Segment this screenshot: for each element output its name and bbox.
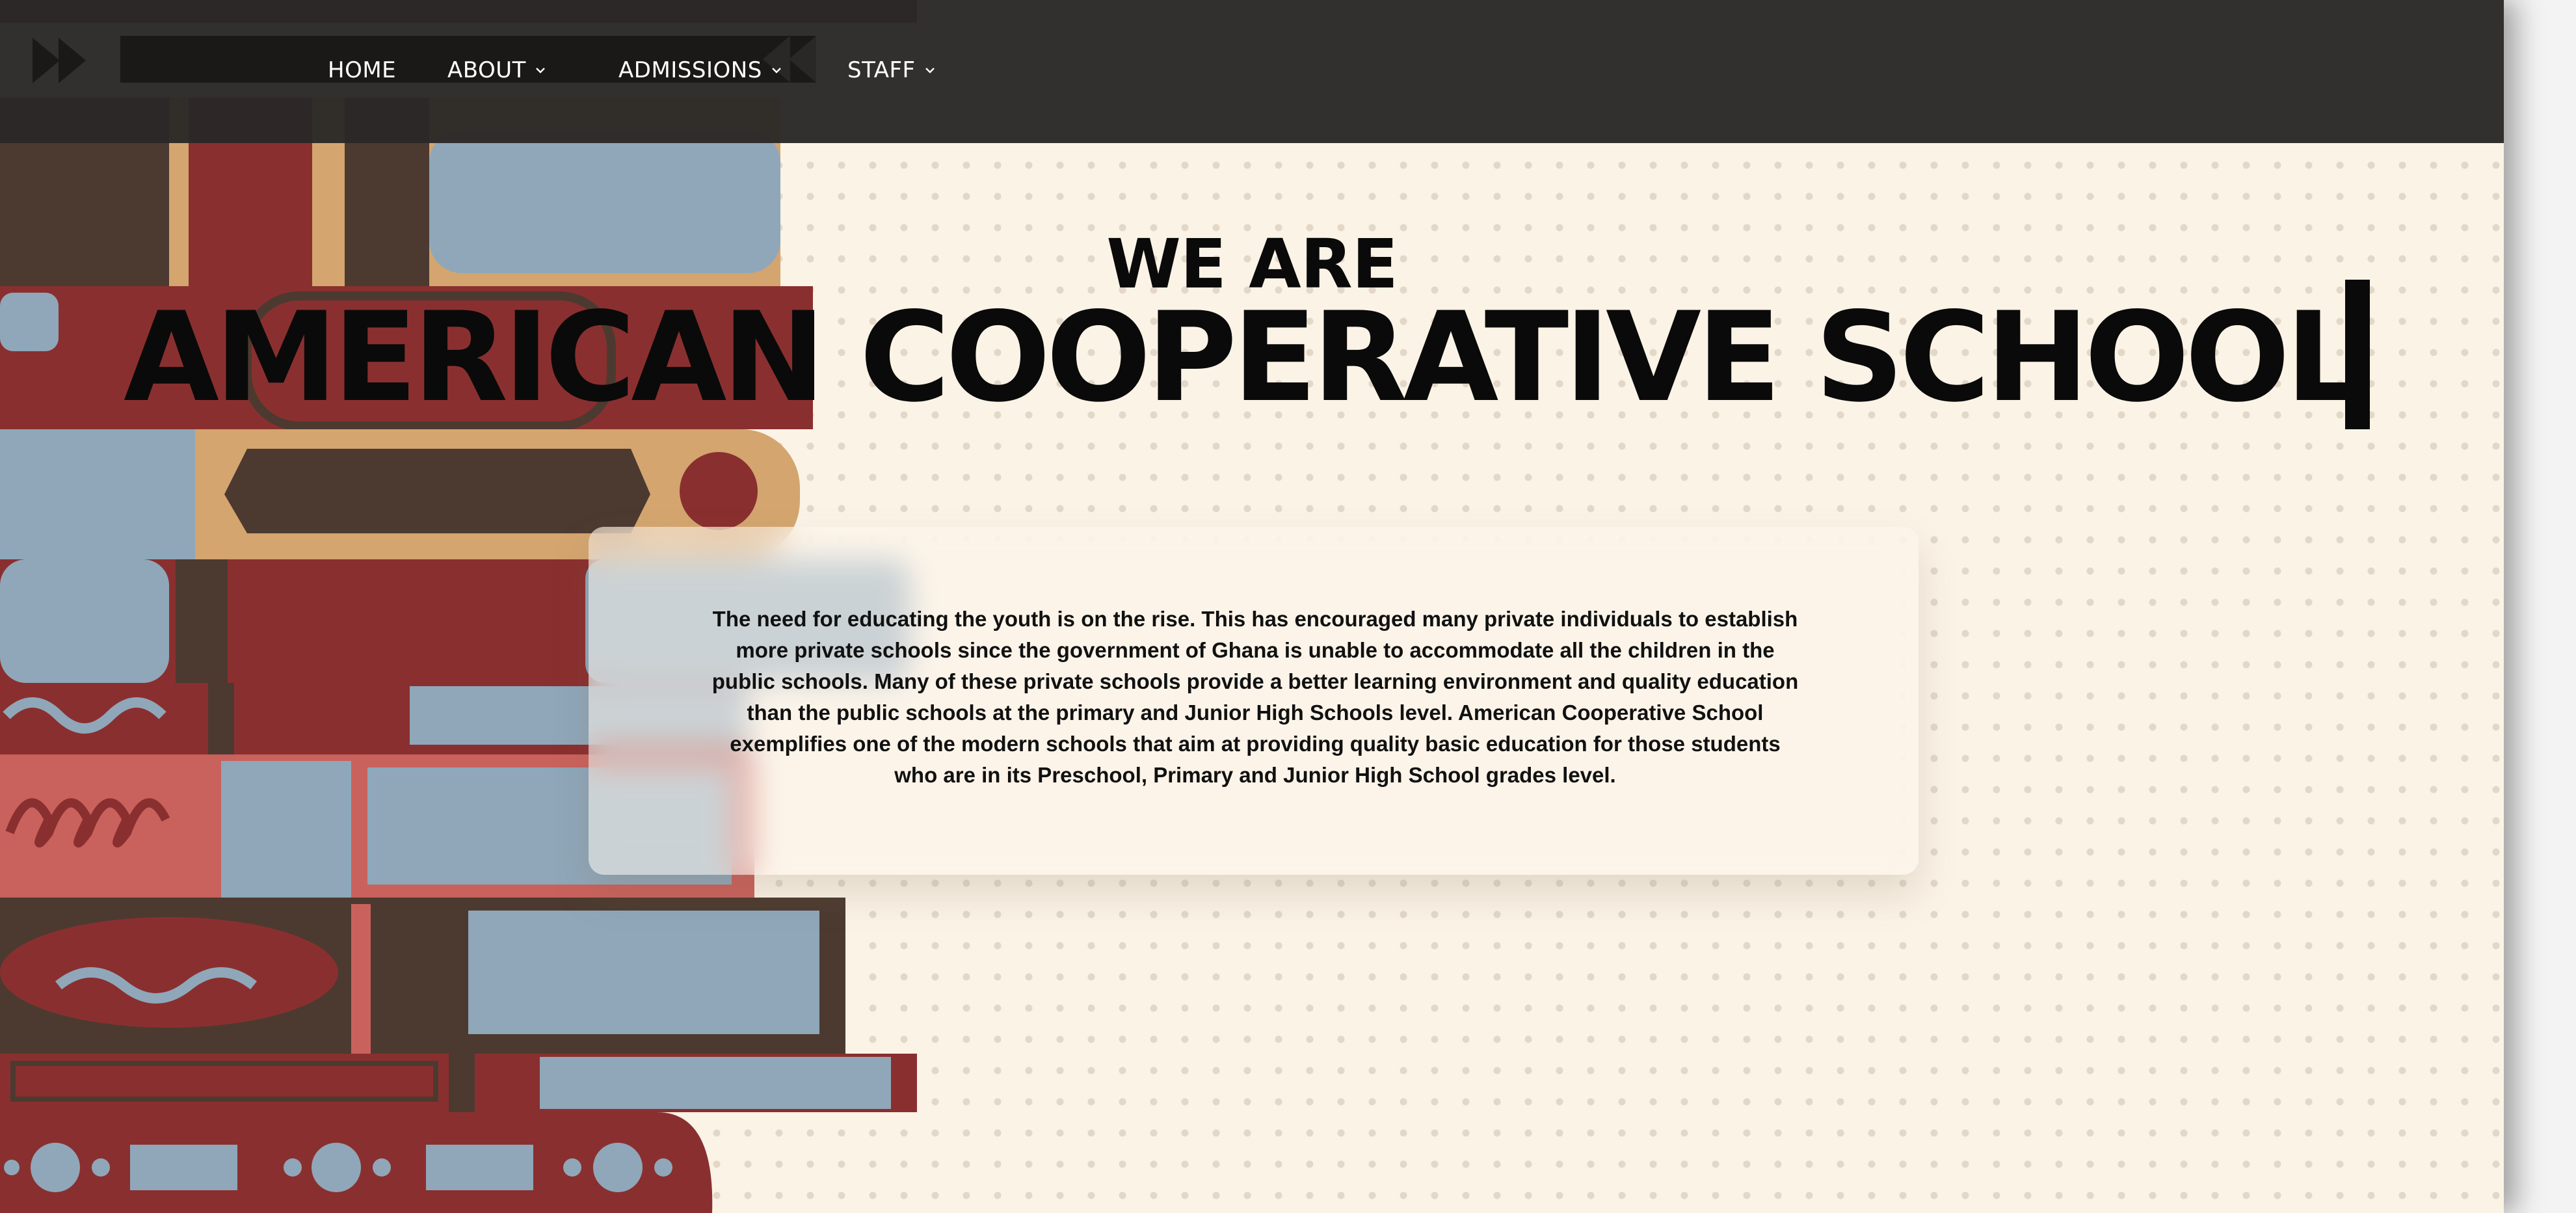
browser-viewport: HOME ABOUT ADMISSIONS STAFF WE ARE AMERI…: [0, 0, 2504, 1213]
hero-title: AMERICAN COOPERATIVE SCHOOL: [124, 286, 2364, 429]
chevron-down-icon: [771, 68, 781, 73]
typing-cursor: [2345, 280, 2370, 429]
nav-item-label: ADMISSIONS: [618, 57, 762, 83]
intro-text: The need for educating the youth is on t…: [711, 607, 1799, 787]
top-navbar: HOME ABOUT ADMISSIONS STAFF: [0, 0, 2504, 143]
nav-item-home[interactable]: HOME: [328, 57, 396, 83]
fast-forward-icon[interactable]: [33, 38, 91, 83]
chevron-down-icon: [536, 68, 545, 73]
nav-item-label: HOME: [328, 57, 397, 83]
nav-item-staff[interactable]: STAFF: [847, 57, 935, 83]
nav-item-label: STAFF: [847, 57, 916, 83]
nav-item-about[interactable]: ABOUT: [447, 57, 546, 83]
chevron-down-icon: [925, 68, 935, 73]
nav-item-label: ABOUT: [447, 57, 526, 83]
nav-item-admissions[interactable]: ADMISSIONS: [618, 57, 782, 83]
